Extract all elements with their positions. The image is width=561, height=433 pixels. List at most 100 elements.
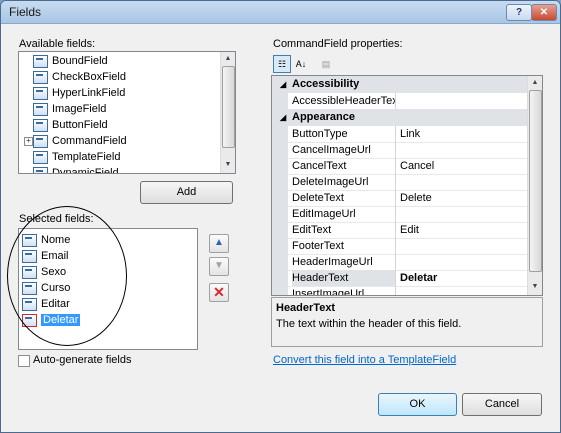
available-field-item[interactable]: DynamicField (33, 165, 119, 174)
property-value[interactable]: Deletar (400, 270, 524, 286)
property-name: AccessibleHeaderText (292, 93, 396, 109)
expand-plus-icon[interactable]: + (24, 137, 33, 146)
grid-scroll-thumb[interactable] (529, 90, 542, 272)
template-field-icon (33, 150, 48, 164)
delete-field-button[interactable]: ✕ (209, 283, 229, 302)
property-row-gutter (272, 286, 288, 295)
scroll-up-arrow-icon[interactable]: ▲ (223, 54, 233, 64)
window-title: Fields (9, 5, 42, 19)
available-field-item[interactable]: ButtonField (33, 117, 108, 133)
property-name: CancelImageUrl (292, 142, 396, 158)
property-row[interactable]: DeleteImageUrl (272, 174, 527, 191)
move-up-button[interactable]: ▲ (209, 234, 229, 253)
property-category-header[interactable]: ◢ Appearance (272, 109, 527, 126)
available-field-item[interactable]: TemplateField (33, 149, 120, 165)
description-title: HeaderText (276, 302, 336, 314)
property-row-gutter (272, 206, 288, 222)
available-fields-tree[interactable]: BoundField CheckBoxField HyperLinkField Ima… (18, 51, 236, 174)
available-field-label: CommandField (52, 135, 127, 147)
image-field-icon (33, 102, 48, 116)
bound-field-icon (22, 265, 37, 279)
collapse-triangle-icon[interactable]: ◢ (280, 76, 286, 93)
property-row[interactable]: EditText Edit (272, 222, 527, 239)
close-button[interactable]: ✕ (531, 4, 557, 21)
property-row-gutter (272, 126, 288, 142)
alphabetical-icon[interactable]: A↓ (292, 55, 310, 73)
property-grid[interactable]: ◢ Accessibility AccessibleHeaderText ◢ Appea… (271, 75, 543, 296)
property-row[interactable]: DeleteText Delete (272, 190, 527, 207)
available-field-item[interactable]: BoundField (33, 53, 108, 69)
property-value[interactable]: Edit (400, 222, 524, 238)
cancel-button[interactable]: Cancel (462, 393, 542, 416)
scroll-down-arrow-icon[interactable]: ▼ (223, 160, 233, 170)
available-field-label: TemplateField (52, 151, 121, 163)
category-name: Accessibility (292, 78, 360, 90)
selected-field-item[interactable]: Sexo (22, 264, 66, 280)
property-row[interactable]: CancelText Cancel (272, 158, 527, 175)
property-name: HeaderText (292, 270, 396, 286)
property-row-gutter (272, 270, 288, 286)
property-grid-scrollbar[interactable]: ▲ ▼ (527, 76, 542, 295)
scroll-thumb[interactable] (222, 66, 235, 148)
available-field-item[interactable]: CheckBoxField (33, 69, 126, 85)
grid-scroll-up-arrow-icon[interactable]: ▲ (530, 78, 540, 88)
property-value[interactable]: Link (400, 126, 524, 142)
help-button[interactable]: ? (506, 4, 532, 21)
property-row[interactable]: CancelImageUrl (272, 142, 527, 159)
auto-generate-label: Auto-generate fields (33, 354, 132, 366)
property-name: DeleteImageUrl (292, 174, 396, 190)
property-row[interactable]: ButtonType Link (272, 126, 527, 143)
property-row[interactable]: HeaderImageUrl (272, 254, 527, 271)
collapse-triangle-icon[interactable]: ◢ (280, 109, 286, 126)
property-name: DeleteText (292, 190, 396, 206)
property-row-gutter (272, 158, 288, 174)
dynamic-field-icon (33, 166, 48, 173)
ok-button[interactable]: OK (378, 393, 457, 416)
selected-field-item[interactable]: Curso (22, 280, 70, 296)
property-row[interactable]: EditImageUrl (272, 206, 527, 223)
available-fields-label: Available fields: (19, 38, 96, 50)
property-pages-icon[interactable]: ▤ (317, 55, 335, 73)
property-row-gutter (272, 142, 288, 158)
property-name: FooterText (292, 238, 396, 254)
property-value[interactable]: Delete (400, 190, 524, 206)
selected-field-item[interactable]: Deletar (22, 312, 81, 328)
property-row-gutter (272, 174, 288, 190)
title-bar[interactable]: Fields ? ✕ (1, 1, 560, 24)
property-value[interactable]: Cancel (400, 158, 524, 174)
selected-fields-list[interactable]: Nome Email Sexo Curso Editar Deletar (18, 228, 198, 350)
property-name: HeaderImageUrl (292, 254, 396, 270)
categorized-icon[interactable]: ☷ (273, 55, 291, 73)
property-category-header[interactable]: ◢ Accessibility (272, 76, 527, 93)
available-field-item[interactable]: + CommandField (24, 133, 127, 149)
property-row-gutter (272, 190, 288, 206)
move-down-button[interactable]: ▼ (209, 257, 229, 276)
selected-field-label: Email (41, 250, 69, 262)
property-grid-toolbar: ☷ A↓ ▤ (271, 54, 343, 73)
property-description-panel: HeaderText The text within the header of… (271, 297, 543, 347)
selected-field-label: Editar (41, 298, 70, 310)
add-button[interactable]: Add (140, 181, 233, 204)
property-row[interactable]: FooterText (272, 238, 527, 255)
available-fields-scrollbar[interactable]: ▲ ▼ (220, 52, 235, 173)
bound-field-icon (22, 249, 37, 263)
property-row[interactable]: InsertImageUrl (272, 286, 527, 295)
selected-field-item[interactable]: Email (22, 248, 69, 264)
available-field-label: DynamicField (52, 167, 119, 174)
selected-field-label: Sexo (41, 266, 67, 278)
selected-field-label: Nome (41, 234, 71, 246)
property-name: EditText (292, 222, 396, 238)
selected-field-item[interactable]: Editar (22, 296, 70, 312)
selected-field-item[interactable]: Nome (22, 232, 70, 248)
auto-generate-checkbox[interactable] (18, 355, 30, 367)
property-row[interactable]: AccessibleHeaderText (272, 93, 527, 110)
property-row[interactable]: HeaderText Deletar (272, 270, 527, 287)
available-field-item[interactable]: ImageField (33, 101, 106, 117)
red-x-delete-icon: ✕ (213, 284, 225, 300)
grid-scroll-down-arrow-icon[interactable]: ▼ (530, 282, 540, 292)
command-field-icon (33, 134, 48, 148)
available-field-item[interactable]: HyperLinkField (33, 85, 125, 101)
convert-to-templatefield-link[interactable]: Convert this field into a TemplateField (273, 354, 456, 366)
selected-field-label: Deletar (41, 314, 81, 326)
fields-dialog: Fields ? ✕ Available fields: BoundField C… (0, 0, 561, 433)
